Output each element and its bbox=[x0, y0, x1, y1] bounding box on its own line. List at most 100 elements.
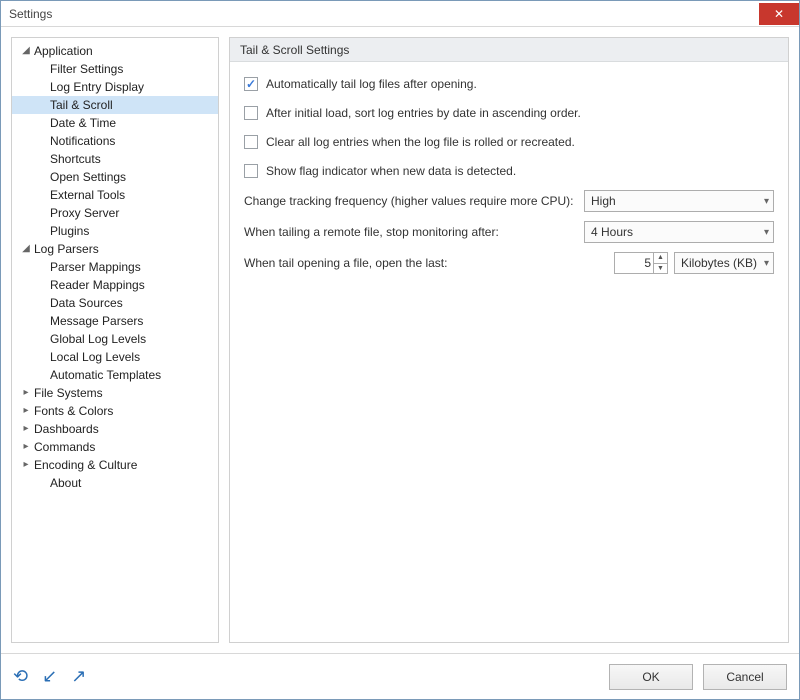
input-value: 5 bbox=[644, 256, 651, 270]
expand-icon: ◢ bbox=[20, 240, 32, 258]
tree-label: Encoding & Culture bbox=[32, 456, 137, 474]
export-icon[interactable]: ↗ bbox=[71, 666, 86, 687]
option-clear-on-roll: Clear all log entries when the log file … bbox=[244, 132, 774, 152]
tree-label: Date & Time bbox=[48, 114, 116, 132]
tree-label: About bbox=[48, 474, 81, 492]
tree-label: Tail & Scroll bbox=[48, 96, 113, 114]
tree-label: Filter Settings bbox=[48, 60, 123, 78]
tree-label: Parser Mappings bbox=[48, 258, 141, 276]
select-value: 4 Hours bbox=[591, 225, 764, 239]
field-open-last: When tail opening a file, open the last:… bbox=[244, 252, 774, 274]
tree-parser-mappings[interactable]: Parser Mappings bbox=[12, 258, 218, 276]
tree-proxy-server[interactable]: Proxy Server bbox=[12, 204, 218, 222]
tree-log-parsers[interactable]: ◢ Log Parsers bbox=[12, 240, 218, 258]
tree-label: Local Log Levels bbox=[48, 348, 140, 366]
option-flag-indicator: Show flag indicator when new data is det… bbox=[244, 161, 774, 181]
tree-label: Notifications bbox=[48, 132, 115, 150]
dialog-footer: ⟲ ↙ ↗ OK Cancel bbox=[1, 653, 799, 699]
tree-label: Commands bbox=[32, 438, 95, 456]
settings-window: Settings ✕ ◢ Application Filter Settings… bbox=[0, 0, 800, 700]
option-label: Automatically tail log files after openi… bbox=[266, 77, 774, 91]
field-tracking-frequency: Change tracking frequency (higher values… bbox=[244, 190, 774, 212]
tree-log-entry-display[interactable]: Log Entry Display bbox=[12, 78, 218, 96]
collapse-icon: ▸ bbox=[20, 438, 32, 456]
tree-data-sources[interactable]: Data Sources bbox=[12, 294, 218, 312]
tree-automatic-templates[interactable]: Automatic Templates bbox=[12, 366, 218, 384]
input-open-last-value[interactable]: 5 bbox=[614, 252, 654, 274]
collapse-icon: ▸ bbox=[20, 456, 32, 474]
tree-label: External Tools bbox=[48, 186, 125, 204]
checkbox-clear-on-roll[interactable] bbox=[244, 135, 258, 149]
tree-label: Log Parsers bbox=[32, 240, 99, 258]
checkbox-auto-tail[interactable] bbox=[244, 77, 258, 91]
tree-label: Message Parsers bbox=[48, 312, 143, 330]
spinner-open-last[interactable]: ▲ ▼ bbox=[654, 252, 668, 274]
titlebar: Settings ✕ bbox=[1, 1, 799, 27]
window-title: Settings bbox=[9, 7, 759, 21]
field-remote-stop: When tailing a remote file, stop monitor… bbox=[244, 221, 774, 243]
select-remote-stop[interactable]: 4 Hours ▾ bbox=[584, 221, 774, 243]
tree-fonts-colors[interactable]: ▸Fonts & Colors bbox=[12, 402, 218, 420]
tree-external-tools[interactable]: External Tools bbox=[12, 186, 218, 204]
chevron-down-icon: ▾ bbox=[764, 227, 769, 238]
tree-application[interactable]: ◢ Application bbox=[12, 42, 218, 60]
option-sort-ascending: After initial load, sort log entries by … bbox=[244, 103, 774, 123]
expand-icon: ◢ bbox=[20, 42, 32, 60]
import-icon[interactable]: ↙ bbox=[42, 666, 57, 687]
close-button[interactable]: ✕ bbox=[759, 3, 799, 25]
select-tracking-frequency[interactable]: High ▾ bbox=[584, 190, 774, 212]
tree-local-log-levels[interactable]: Local Log Levels bbox=[12, 348, 218, 366]
tree-message-parsers[interactable]: Message Parsers bbox=[12, 312, 218, 330]
chevron-down-icon: ▾ bbox=[764, 258, 769, 269]
reset-icon[interactable]: ⟲ bbox=[13, 666, 28, 687]
panel-header: Tail & Scroll Settings bbox=[230, 38, 788, 62]
tree-reader-mappings[interactable]: Reader Mappings bbox=[12, 276, 218, 294]
select-open-last-unit[interactable]: Kilobytes (KB) ▾ bbox=[674, 252, 774, 274]
tree-date-time[interactable]: Date & Time bbox=[12, 114, 218, 132]
option-label: Show flag indicator when new data is det… bbox=[266, 164, 774, 178]
tree-label: Application bbox=[32, 42, 93, 60]
checkbox-flag-indicator[interactable] bbox=[244, 164, 258, 178]
tree-encoding-culture[interactable]: ▸Encoding & Culture bbox=[12, 456, 218, 474]
tree-label: Reader Mappings bbox=[48, 276, 145, 294]
cancel-button[interactable]: Cancel bbox=[703, 664, 787, 690]
field-label: Change tracking frequency (higher values… bbox=[244, 194, 578, 208]
footer-actions: ⟲ ↙ ↗ bbox=[13, 666, 86, 687]
collapse-icon: ▸ bbox=[20, 420, 32, 438]
checkbox-sort-ascending[interactable] bbox=[244, 106, 258, 120]
tree-plugins[interactable]: Plugins bbox=[12, 222, 218, 240]
tree-about[interactable]: About bbox=[12, 474, 218, 492]
tree-dashboards[interactable]: ▸Dashboards bbox=[12, 420, 218, 438]
tree-notifications[interactable]: Notifications bbox=[12, 132, 218, 150]
tree-label: Data Sources bbox=[48, 294, 123, 312]
tree-label: Open Settings bbox=[48, 168, 126, 186]
tree-global-log-levels[interactable]: Global Log Levels bbox=[12, 330, 218, 348]
spinner-down-icon[interactable]: ▼ bbox=[654, 263, 667, 274]
field-label: When tailing a remote file, stop monitor… bbox=[244, 225, 578, 239]
option-label: After initial load, sort log entries by … bbox=[266, 106, 774, 120]
tree-filter-settings[interactable]: Filter Settings bbox=[12, 60, 218, 78]
tree-shortcuts[interactable]: Shortcuts bbox=[12, 150, 218, 168]
tree-label: Proxy Server bbox=[48, 204, 119, 222]
collapse-icon: ▸ bbox=[20, 384, 32, 402]
tree-label: Dashboards bbox=[32, 420, 99, 438]
settings-tree[interactable]: ◢ Application Filter Settings Log Entry … bbox=[11, 37, 219, 643]
close-icon: ✕ bbox=[774, 7, 784, 21]
panel-tail-scroll: Tail & Scroll Settings Automatically tai… bbox=[229, 37, 789, 643]
ok-button[interactable]: OK bbox=[609, 664, 693, 690]
tree-tail-scroll[interactable]: Tail & Scroll bbox=[12, 96, 218, 114]
tree-label: Automatic Templates bbox=[48, 366, 161, 384]
field-label: When tail opening a file, open the last: bbox=[244, 256, 608, 270]
tree-open-settings[interactable]: Open Settings bbox=[12, 168, 218, 186]
option-auto-tail: Automatically tail log files after openi… bbox=[244, 74, 774, 94]
option-label: Clear all log entries when the log file … bbox=[266, 135, 774, 149]
select-value: High bbox=[591, 194, 764, 208]
chevron-down-icon: ▾ bbox=[764, 196, 769, 207]
tree-file-systems[interactable]: ▸File Systems bbox=[12, 384, 218, 402]
spinner-up-icon[interactable]: ▲ bbox=[654, 253, 667, 263]
tree-label: Shortcuts bbox=[48, 150, 101, 168]
select-value: Kilobytes (KB) bbox=[681, 256, 764, 270]
collapse-icon: ▸ bbox=[20, 402, 32, 420]
tree-label: Fonts & Colors bbox=[32, 402, 113, 420]
tree-commands[interactable]: ▸Commands bbox=[12, 438, 218, 456]
